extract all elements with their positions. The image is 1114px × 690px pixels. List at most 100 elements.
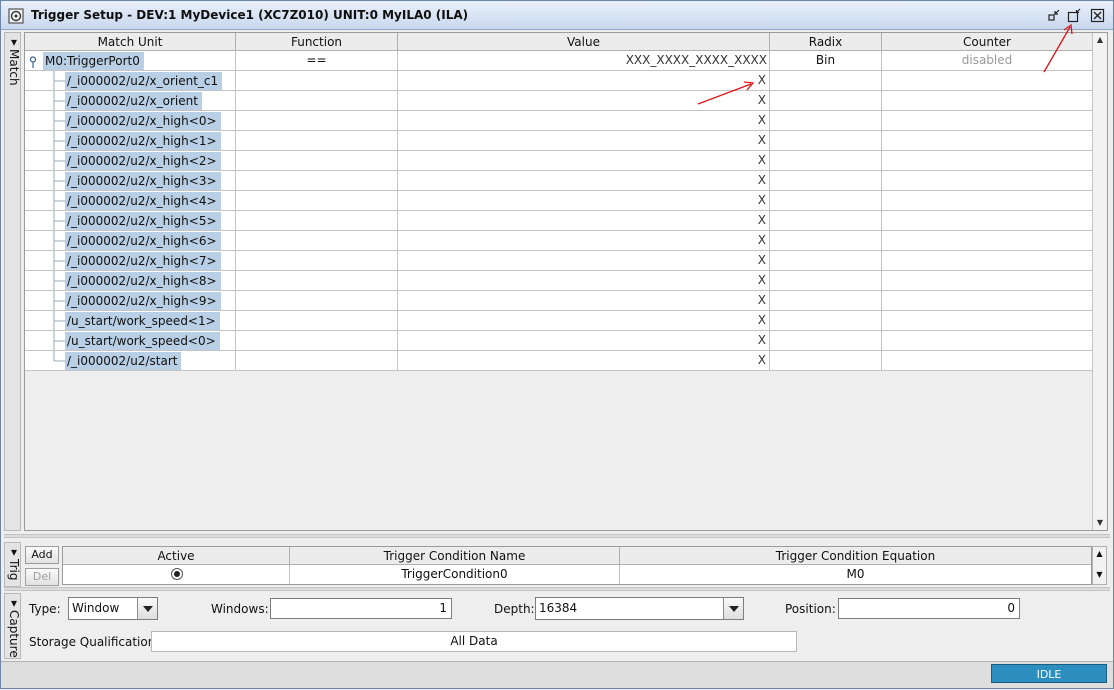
table-row[interactable]: /_i000002/u2/x_high<2> X	[25, 151, 1093, 171]
function-cell[interactable]	[236, 271, 398, 291]
function-cell[interactable]: ==	[236, 51, 398, 71]
position-field[interactable]: 0	[838, 598, 1020, 619]
match-unit-cell[interactable]: /_i000002/u2/x_high<9>	[25, 291, 236, 311]
radix-cell[interactable]	[770, 91, 882, 111]
value-cell[interactable]: X	[398, 231, 770, 251]
value-cell[interactable]: X	[398, 351, 770, 371]
trigger-condition-name-cell[interactable]: TriggerCondition0	[290, 565, 620, 584]
function-cell[interactable]	[236, 191, 398, 211]
header-value[interactable]: Value	[398, 33, 770, 51]
match-unit-cell[interactable]: /_i000002/u2/x_high<2>	[25, 151, 236, 171]
counter-cell[interactable]	[882, 291, 1093, 311]
scroll-up-icon[interactable]: ▲	[1093, 549, 1106, 558]
table-row[interactable]: /_i000002/u2/x_high<0> X	[25, 111, 1093, 131]
table-row[interactable]: /_i000002/u2/x_high<8> X	[25, 271, 1093, 291]
match-unit-cell[interactable]: /_i000002/u2/x_high<0>	[25, 111, 236, 131]
table-row[interactable]: /_i000002/u2/x_high<5> X	[25, 211, 1093, 231]
function-cell[interactable]	[236, 251, 398, 271]
header-radix[interactable]: Radix	[770, 33, 882, 51]
match-table-scrollbar[interactable]: ▲ ▼	[1092, 33, 1107, 530]
match-unit-cell[interactable]: /_i000002/u2/x_high<5>	[25, 211, 236, 231]
value-cell[interactable]: X	[398, 271, 770, 291]
header-function[interactable]: Function	[236, 33, 398, 51]
match-unit-cell[interactable]: /_i000002/u2/x_high<6>	[25, 231, 236, 251]
counter-cell[interactable]	[882, 71, 1093, 91]
active-cell[interactable]	[63, 565, 290, 584]
type-select[interactable]: Window	[68, 597, 158, 620]
table-row[interactable]: /u_start/work_speed<0> X	[25, 331, 1093, 351]
match-side-tab[interactable]: ▾Match	[4, 32, 21, 531]
counter-cell[interactable]	[882, 231, 1093, 251]
match-unit-cell[interactable]: /u_start/work_speed<0>	[25, 331, 236, 351]
counter-cell[interactable]	[882, 331, 1093, 351]
match-unit-cell[interactable]: /_i000002/u2/start	[25, 351, 236, 371]
trigger-condition-equation-cell[interactable]: M0	[620, 565, 1091, 584]
match-unit-cell[interactable]: M0:TriggerPort0	[25, 51, 236, 71]
depth-dropdown-button[interactable]	[723, 598, 743, 619]
value-cell[interactable]: XXX_XXXX_XXXX_XXXX	[398, 51, 770, 71]
close-button[interactable]	[1089, 7, 1106, 24]
function-cell[interactable]	[236, 91, 398, 111]
match-unit-cell[interactable]: /_i000002/u2/x_orient	[25, 91, 236, 111]
active-radio[interactable]	[171, 568, 183, 580]
value-cell[interactable]: X	[398, 91, 770, 111]
function-cell[interactable]	[236, 311, 398, 331]
radix-cell[interactable]: Bin	[770, 51, 882, 71]
header-match-unit[interactable]: Match Unit	[25, 33, 236, 51]
radix-cell[interactable]	[770, 171, 882, 191]
radix-cell[interactable]	[770, 331, 882, 351]
table-row[interactable]: /_i000002/u2/x_high<1> X	[25, 131, 1093, 151]
value-cell[interactable]: X	[398, 171, 770, 191]
radix-cell[interactable]	[770, 231, 882, 251]
match-unit-cell[interactable]: /_i000002/u2/x_high<1>	[25, 131, 236, 151]
value-cell[interactable]: X	[398, 331, 770, 351]
function-cell[interactable]	[236, 151, 398, 171]
radix-cell[interactable]	[770, 271, 882, 291]
match-unit-cell[interactable]: /_i000002/u2/x_orient_c1	[25, 71, 236, 91]
table-row[interactable]: /_i000002/u2/x_high<4> X	[25, 191, 1093, 211]
counter-cell[interactable]	[882, 111, 1093, 131]
match-unit-cell[interactable]: /u_start/work_speed<1>	[25, 311, 236, 331]
match-unit-cell[interactable]: /_i000002/u2/x_high<7>	[25, 251, 236, 271]
table-row[interactable]: /_i000002/u2/x_orient X	[25, 91, 1093, 111]
table-row[interactable]: /_i000002/u2/x_high<6> X	[25, 231, 1093, 251]
table-row-port[interactable]: M0:TriggerPort0 == XXX_XXXX_XXXX_XXXX Bi…	[25, 51, 1093, 71]
type-dropdown-button[interactable]	[137, 598, 157, 619]
restore-button[interactable]	[1066, 7, 1083, 24]
counter-cell[interactable]	[882, 211, 1093, 231]
header-trigger-condition-equation[interactable]: Trigger Condition Equation	[620, 547, 1091, 565]
header-trigger-condition-name[interactable]: Trigger Condition Name	[290, 547, 620, 565]
radix-cell[interactable]	[770, 211, 882, 231]
table-row[interactable]: /_i000002/u2/x_high<3> X	[25, 171, 1093, 191]
radix-cell[interactable]	[770, 131, 882, 151]
counter-cell[interactable]	[882, 311, 1093, 331]
value-cell[interactable]: X	[398, 131, 770, 151]
scroll-down-icon[interactable]: ▼	[1093, 570, 1106, 579]
value-cell[interactable]: X	[398, 311, 770, 331]
trig-side-tab[interactable]: ▾Trig	[4, 542, 21, 587]
storage-qualification-field[interactable]: All Data	[151, 631, 797, 652]
value-cell[interactable]: X	[398, 251, 770, 271]
windows-field[interactable]: 1	[270, 598, 452, 619]
counter-cell[interactable]	[882, 91, 1093, 111]
counter-cell[interactable]: disabled	[882, 51, 1093, 71]
header-active[interactable]: Active	[63, 547, 290, 565]
splitter-trig-capture[interactable]	[4, 587, 1110, 591]
value-cell[interactable]: X	[398, 71, 770, 91]
radix-cell[interactable]	[770, 351, 882, 371]
add-condition-button[interactable]: Add	[25, 546, 59, 564]
value-cell[interactable]: X	[398, 111, 770, 131]
match-unit-cell[interactable]: /_i000002/u2/x_high<4>	[25, 191, 236, 211]
scroll-down-icon[interactable]: ▼	[1095, 518, 1105, 528]
function-cell[interactable]	[236, 331, 398, 351]
radix-cell[interactable]	[770, 71, 882, 91]
table-row[interactable]: /u_start/work_speed<1> X	[25, 311, 1093, 331]
radix-cell[interactable]	[770, 251, 882, 271]
value-cell[interactable]: X	[398, 191, 770, 211]
function-cell[interactable]	[236, 351, 398, 371]
function-cell[interactable]	[236, 171, 398, 191]
function-cell[interactable]	[236, 211, 398, 231]
radix-cell[interactable]	[770, 291, 882, 311]
table-row[interactable]: /_i000002/u2/x_high<9> X	[25, 291, 1093, 311]
function-cell[interactable]	[236, 231, 398, 251]
